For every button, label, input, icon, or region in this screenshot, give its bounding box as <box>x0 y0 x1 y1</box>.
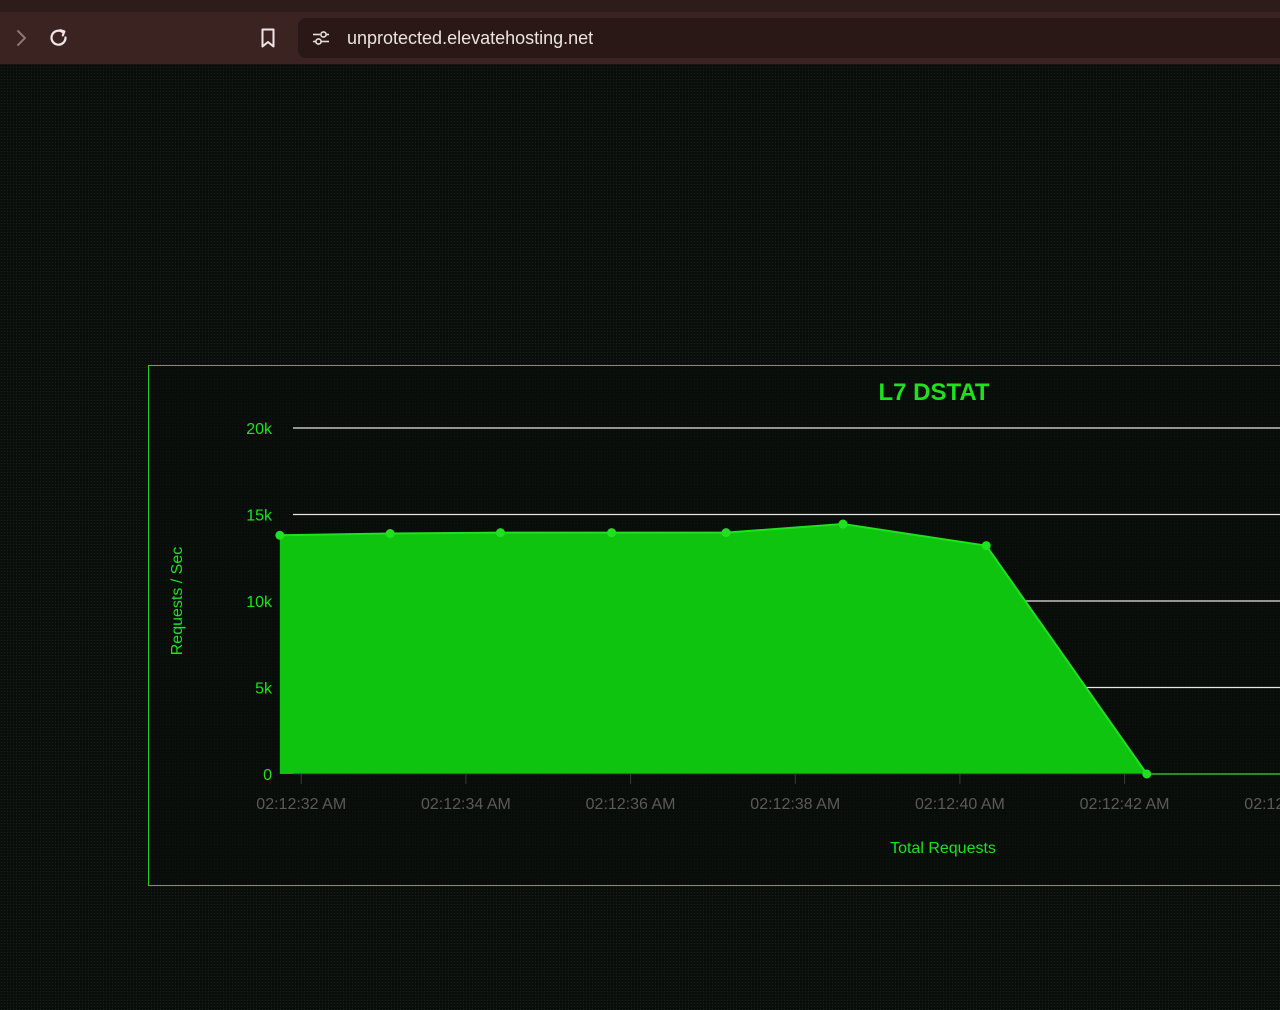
y-tick-label: 20k <box>246 421 273 438</box>
x-axis-label: Total Requests <box>890 840 996 857</box>
y-tick-label: 5k <box>255 681 273 698</box>
y-tick-label: 10k <box>246 594 273 611</box>
bookmark-button[interactable] <box>254 24 282 52</box>
dstat-chart-panel: 0 5k 10k 15k 20k 02:12:32 AM 02:12:34 AM 02:12:… <box>148 365 1280 886</box>
tune-icon <box>313 31 329 45</box>
browser-toolbar: unprotected.elevatehosting.net <box>0 12 1280 65</box>
x-tick-label: 02:12:42 AM <box>1080 796 1170 813</box>
x-tick-label: 02:12:32 AM <box>256 796 346 813</box>
y-tick-label: 0 <box>263 767 272 784</box>
data-point <box>1142 769 1152 779</box>
x-tick-label: 02:12:44 AM <box>1244 796 1280 813</box>
x-tick-label: 02:12:38 AM <box>750 796 840 813</box>
x-tick-label: 02:12:36 AM <box>586 796 676 813</box>
reload-icon <box>50 29 67 46</box>
x-tick-label: 02:12:34 AM <box>421 796 511 813</box>
chart-title: L7 DSTAT <box>878 379 989 406</box>
data-point <box>721 528 731 538</box>
series-area <box>279 524 1280 774</box>
forward-button[interactable] <box>7 24 35 52</box>
browser-tab-strip <box>0 0 1280 12</box>
bookmark-icon <box>261 28 275 48</box>
y-axis-label: Requests / Sec <box>169 547 186 656</box>
reload-button[interactable] <box>45 24 73 52</box>
data-point <box>607 528 617 538</box>
site-settings-button[interactable] <box>308 25 334 51</box>
address-bar[interactable]: unprotected.elevatehosting.net <box>298 18 1280 58</box>
dstat-chart: 0 5k 10k 15k 20k 02:12:32 AM 02:12:34 AM 02:12:… <box>169 379 1280 857</box>
data-point <box>275 530 285 540</box>
y-tick-label: 15k <box>246 508 273 525</box>
data-point <box>838 519 848 529</box>
data-point <box>981 541 991 551</box>
x-tick-label: 02:12:40 AM <box>915 796 1005 813</box>
url-text[interactable]: unprotected.elevatehosting.net <box>347 27 593 49</box>
page: unprotected.elevatehosting.net 0 5k 10k 15k… <box>0 0 1280 1010</box>
data-point <box>495 528 505 538</box>
chevron-right-icon <box>17 30 26 46</box>
data-point <box>385 529 395 539</box>
